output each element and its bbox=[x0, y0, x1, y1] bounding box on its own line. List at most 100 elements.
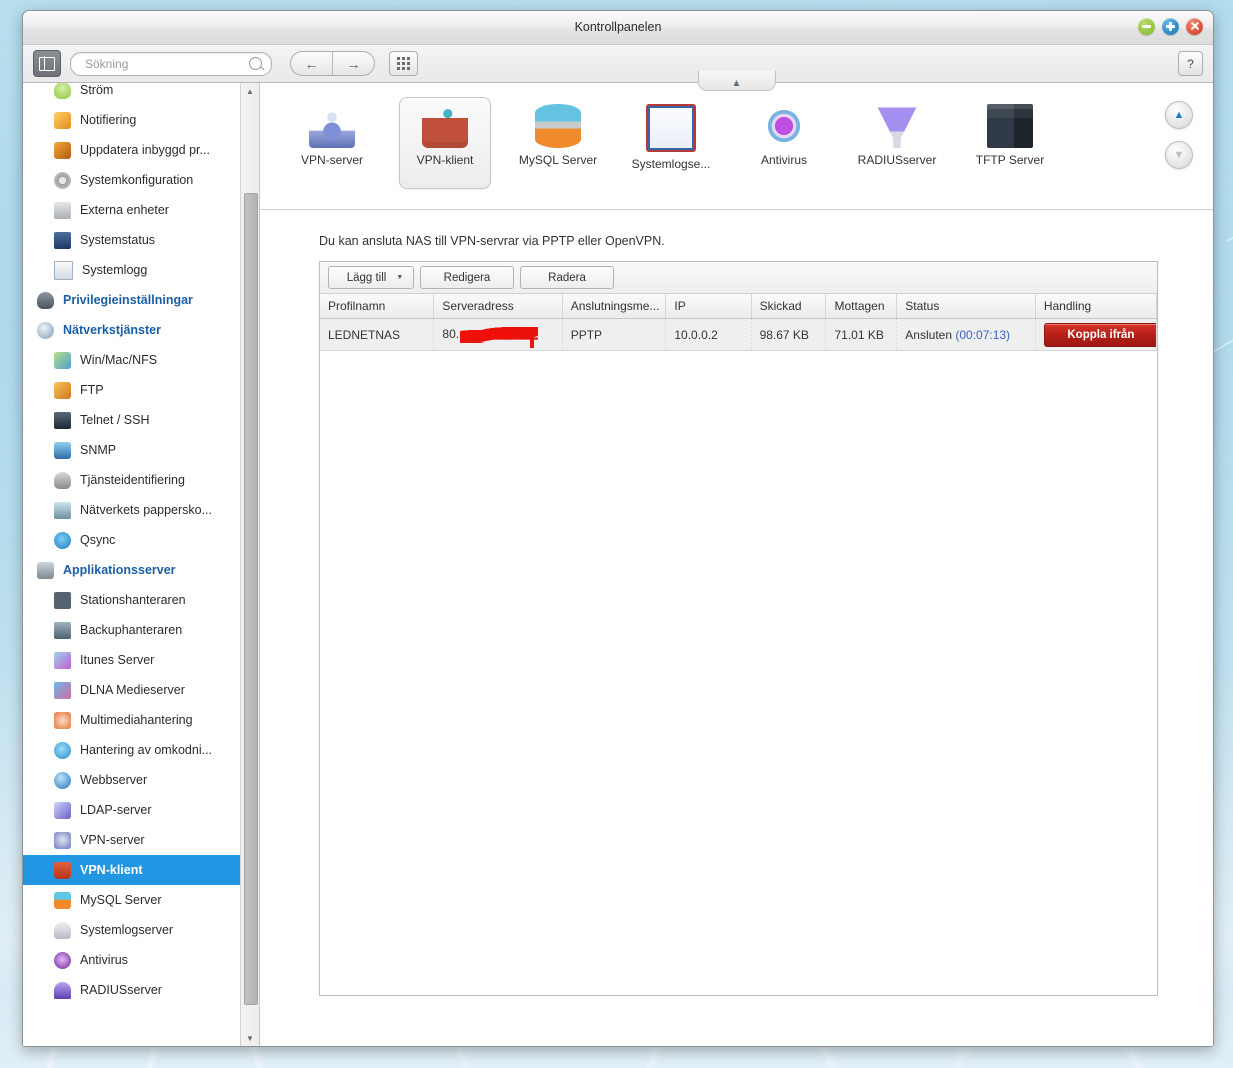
sidebar-item-vpn-server[interactable]: VPN-server bbox=[23, 825, 241, 855]
tftp-server-icon bbox=[987, 104, 1033, 148]
scroll-up-icon[interactable]: ▲ bbox=[1165, 101, 1193, 129]
window-titlebar[interactable]: Kontrollpanelen bbox=[23, 11, 1213, 45]
grid-dots-icon bbox=[397, 57, 410, 70]
sidebar-item-vpn-klient[interactable]: VPN-klient bbox=[23, 855, 241, 885]
app-tile-vpn-server[interactable]: VPN-server bbox=[286, 97, 378, 189]
collapse-chevron-icon[interactable]: ▲ bbox=[697, 71, 776, 91]
apps-grid-button[interactable] bbox=[389, 51, 418, 76]
sidebar-scroll-up-icon[interactable]: ▲ bbox=[241, 83, 259, 99]
globe-icon bbox=[37, 321, 54, 339]
sidebar-item-externa-enheter[interactable]: Externa enheter bbox=[23, 195, 241, 225]
table-empty-cell bbox=[320, 350, 1157, 991]
sidebar-item-snmp[interactable]: SNMP bbox=[23, 435, 241, 465]
sidebar-list[interactable]: Ström Notifiering Uppdatera inbyggd pr... S… bbox=[23, 83, 241, 1046]
sidebar-item-antivirus[interactable]: Antivirus bbox=[23, 945, 241, 975]
disconnect-button[interactable]: Koppla ifrån bbox=[1043, 322, 1156, 347]
column-header[interactable]: Mottagen bbox=[825, 294, 898, 319]
column-header[interactable]: Anslutningsme... bbox=[562, 294, 667, 319]
itunes-icon bbox=[54, 651, 71, 669]
sidebar-item-uppdatera-inbyggd-pr[interactable]: Uppdatera inbyggd pr... bbox=[23, 135, 241, 165]
minimize-button[interactable] bbox=[1138, 18, 1155, 35]
panel-description: Du kan ansluta NAS till VPN-servrar via … bbox=[319, 234, 665, 248]
sidebar-item-hantering-av-omkodni[interactable]: Hantering av omkodni... bbox=[23, 735, 241, 765]
vpn-profiles-table: Profilnamn Serveradress Anslutningsme... IP… bbox=[320, 294, 1158, 991]
server-address-redaction bbox=[460, 326, 539, 343]
sidebar-item-notifiering[interactable]: Notifiering bbox=[23, 105, 241, 135]
sidebar-item-label: Ström bbox=[80, 83, 114, 97]
vpn-client-icon bbox=[422, 104, 468, 148]
close-button[interactable] bbox=[1186, 18, 1203, 35]
column-header[interactable]: Handling bbox=[1035, 294, 1158, 319]
sidebar-item-win-mac-nfs[interactable]: Win/Mac/NFS bbox=[23, 345, 241, 375]
table-toolbar: Lägg till ▼ Redigera Radera bbox=[320, 262, 1157, 294]
app-tile-radiusserver[interactable]: RADIUSserver bbox=[851, 97, 943, 189]
search-box[interactable] bbox=[70, 51, 272, 76]
cell-profile-name: LEDNETNAS bbox=[320, 318, 435, 351]
notification-icon bbox=[54, 111, 71, 129]
sidebar-item-systemkonfiguration[interactable]: Systemkonfiguration bbox=[23, 165, 241, 195]
sidebar-item-ftp[interactable]: FTP bbox=[23, 375, 241, 405]
column-header[interactable]: Serveradress bbox=[433, 294, 563, 319]
sidebar-item-qsync[interactable]: Qsync bbox=[23, 525, 241, 555]
sidebar-item-label: Systemlogg bbox=[82, 263, 148, 277]
sidebar-toggle-button[interactable] bbox=[33, 50, 61, 77]
help-button[interactable]: ? bbox=[1178, 51, 1203, 76]
sidebar-scroll-thumb[interactable] bbox=[244, 193, 258, 1005]
app-tile-tftp-server[interactable]: TFTP Server bbox=[964, 97, 1056, 189]
sidebar-item-label: Itunes Server bbox=[80, 653, 155, 667]
sidebar-item-stationshanteraren[interactable]: Stationshanteraren bbox=[23, 585, 241, 615]
table-row[interactable]: LEDNETNAS 80. PPTP 10.0.0.2 98.67 KB 71.01 KB… bbox=[320, 318, 1158, 351]
sidebar-item-telnet-ssh[interactable]: Telnet / SSH bbox=[23, 405, 241, 435]
vpn-client-panel: Du kan ansluta NAS till VPN-servrar via … bbox=[260, 210, 1213, 1046]
iconbar-scroll-controls: ▲ ▼ bbox=[1165, 101, 1193, 169]
app-tile-label: Systemlogse... bbox=[631, 157, 711, 171]
server-address-prefix: 80. bbox=[442, 326, 460, 341]
forward-button[interactable]: → bbox=[332, 52, 374, 75]
scroll-down-icon[interactable]: ▼ bbox=[1165, 141, 1193, 169]
column-header[interactable]: Status bbox=[896, 294, 1036, 319]
station-manager-icon bbox=[54, 591, 71, 609]
add-button[interactable]: Lägg till ▼ bbox=[328, 266, 414, 289]
search-icon bbox=[249, 57, 262, 70]
sidebar-item-systemlogg[interactable]: Systemlogg bbox=[23, 255, 241, 285]
cell-action: Koppla ifrån bbox=[1035, 318, 1158, 351]
sidebar-item-str-m[interactable]: Ström bbox=[23, 83, 241, 105]
sidebar-scroll-down-icon[interactable]: ▼ bbox=[241, 1030, 259, 1046]
sidebar-item-systemlogserver[interactable]: Systemlogserver bbox=[23, 915, 241, 945]
sidebar-scrollbar[interactable]: ▲ ▼ bbox=[240, 83, 259, 1046]
back-button[interactable]: ← bbox=[291, 52, 332, 75]
sidebar-item-privilegieinst-llningar[interactable]: Privilegieinställningar bbox=[23, 285, 241, 315]
sidebar-item-backuphanteraren[interactable]: Backuphanteraren bbox=[23, 615, 241, 645]
sidebar-item-mysql-server[interactable]: MySQL Server bbox=[23, 885, 241, 915]
monitor-icon bbox=[54, 231, 71, 249]
app-tile-label: TFTP Server bbox=[975, 153, 1045, 167]
sidebar-item-radiusserver[interactable]: RADIUSserver bbox=[23, 975, 241, 1005]
column-header[interactable]: IP bbox=[665, 294, 752, 319]
sidebar-item-n-tverkets-pappersko[interactable]: Nätverkets pappersko... bbox=[23, 495, 241, 525]
window-body: Ström Notifiering Uppdatera inbyggd pr... S… bbox=[23, 71, 1213, 1046]
sidebar-item-dlna-medieserver[interactable]: DLNA Medieserver bbox=[23, 675, 241, 705]
antivirus-icon bbox=[54, 951, 71, 969]
sidebar-item-tj-nsteidentifiering[interactable]: Tjänsteidentifiering bbox=[23, 465, 241, 495]
sidebar-item-n-tverkstj-nster[interactable]: Nätverkstjänster bbox=[23, 315, 241, 345]
ftp-folder-icon bbox=[54, 381, 71, 399]
search-input[interactable] bbox=[83, 55, 249, 72]
vpn-server-icon bbox=[54, 831, 71, 849]
sidebar-item-applikationsserver[interactable]: Applikationsserver bbox=[23, 555, 241, 585]
maximize-button[interactable] bbox=[1162, 18, 1179, 35]
sidebar-item-systemstatus[interactable]: Systemstatus bbox=[23, 225, 241, 255]
app-tile-antivirus[interactable]: Antivirus bbox=[738, 97, 830, 189]
sidebar-item-ldap-server[interactable]: LDAP-server bbox=[23, 795, 241, 825]
log-icon bbox=[54, 260, 73, 280]
sidebar-item-multimediahantering[interactable]: Multimediahantering bbox=[23, 705, 241, 735]
sidebar-item-webbserver[interactable]: Webbserver bbox=[23, 765, 241, 795]
edit-button[interactable]: Redigera bbox=[420, 266, 514, 289]
app-tile-mysql-server[interactable]: MySQL Server bbox=[512, 97, 604, 189]
delete-button[interactable]: Radera bbox=[520, 266, 614, 289]
column-header[interactable]: Skickad bbox=[751, 294, 827, 319]
app-tile-systemlogse[interactable]: Systemlogse... bbox=[625, 97, 717, 189]
column-header[interactable]: Profilnamn bbox=[320, 294, 435, 319]
app-tile-vpn-klient[interactable]: VPN-klient bbox=[399, 97, 491, 189]
sidebar-item-itunes-server[interactable]: Itunes Server bbox=[23, 645, 241, 675]
sidebar-item-label: VPN-server bbox=[80, 833, 145, 847]
